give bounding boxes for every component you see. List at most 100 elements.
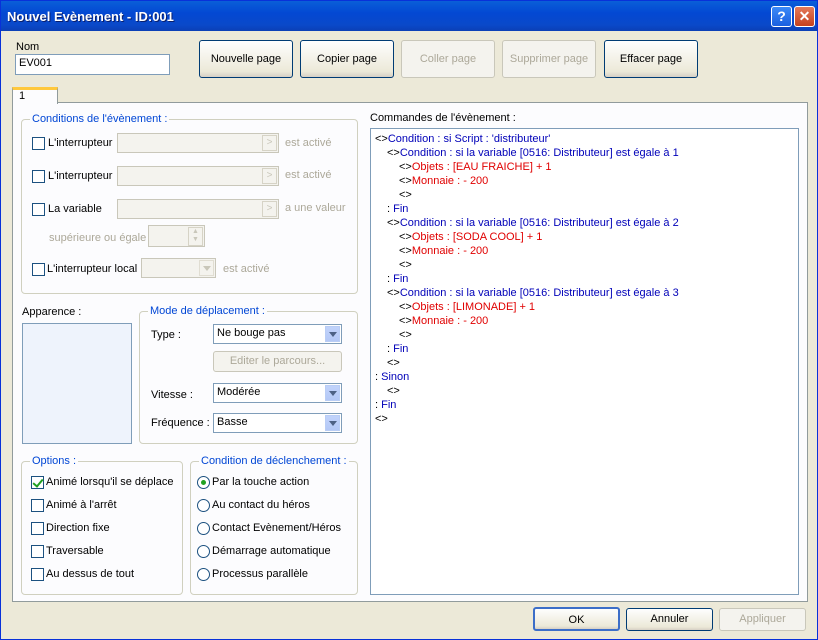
command-line[interactable]: <>Condition : si la variable [0516: Dist… <box>387 217 679 230</box>
movement-type-select[interactable]: Ne bouge pas <box>213 324 342 344</box>
command-line[interactable]: <> <box>387 385 400 398</box>
option-label: Animé à l'arrêt <box>46 499 117 511</box>
movement-legend: Mode de déplacement : <box>148 305 267 317</box>
new-page-button[interactable]: Nouvelle page <box>199 40 293 78</box>
close-icon: ✕ <box>798 8 811 24</box>
command-text: Fin <box>393 273 409 285</box>
name-label: Nom <box>16 41 40 53</box>
command-line[interactable]: <>Objets : [LIMONADE] + 1 <box>399 301 535 314</box>
speed-label: Vitesse : <box>151 389 193 401</box>
switch1-label: L'interrupteur <box>48 137 113 149</box>
local-switch-suffix: est activé <box>223 263 270 275</box>
command-prefix: <> <box>387 385 400 397</box>
command-line[interactable]: <> <box>399 189 412 202</box>
ok-button[interactable]: OK <box>533 607 620 631</box>
help-icon: ? <box>777 8 786 24</box>
options-legend: Options : <box>30 455 79 467</box>
chevron-right-icon: > <box>262 135 277 151</box>
tab-page-1[interactable]: 1 <box>12 87 58 104</box>
name-field[interactable]: EV001 <box>15 54 170 75</box>
option-checkbox[interactable] <box>31 522 44 535</box>
trigger-label: Au contact du héros <box>212 499 310 511</box>
window-title: Nouvel Evènement - ID:001 <box>7 9 174 24</box>
option-label: Traversable <box>46 545 104 557</box>
clear-page-button[interactable]: Effacer page <box>604 40 698 78</box>
variable-value-spinner[interactable]: ▲ ▼ <box>148 225 205 247</box>
switch2-selector[interactable]: > <box>117 166 279 186</box>
command-line[interactable]: <> <box>399 329 412 342</box>
appearance-preview[interactable] <box>22 323 132 444</box>
command-prefix: <> <box>375 413 388 425</box>
appearance-label: Apparence : <box>22 306 82 318</box>
command-line[interactable]: : Fin <box>387 273 408 286</box>
trigger-radio[interactable] <box>197 499 210 512</box>
movement-type-value: Ne bouge pas <box>217 327 286 339</box>
option-checkbox[interactable] <box>31 476 44 489</box>
command-text: Fin <box>393 343 409 355</box>
command-prefix: <> <box>399 231 412 243</box>
command-line[interactable]: <>Objets : [EAU FRAICHE] + 1 <box>399 161 552 174</box>
close-button[interactable]: ✕ <box>794 6 815 27</box>
switch2-checkbox[interactable] <box>32 170 45 183</box>
delete-page-button[interactable]: Supprimer page <box>502 40 596 78</box>
paste-page-button[interactable]: Coller page <box>401 40 495 78</box>
trigger-label: Processus parallèle <box>212 568 308 580</box>
switch2-suffix: est activé <box>285 169 332 181</box>
spinner-arrows-icon: ▲ ▼ <box>188 227 203 246</box>
command-line[interactable]: <>Objets : [SODA COOL] + 1 <box>399 231 542 244</box>
trigger-radio[interactable] <box>197 522 210 535</box>
command-line[interactable]: <>Monnaie : - 200 <box>399 175 488 188</box>
chevron-down-icon <box>325 326 340 342</box>
cancel-button[interactable]: Annuler <box>626 608 713 631</box>
command-prefix: <> <box>399 245 412 257</box>
frequency-value: Basse <box>217 416 248 428</box>
command-line[interactable]: <>Monnaie : - 200 <box>399 245 488 258</box>
copy-page-button[interactable]: Copier page <box>300 40 394 78</box>
command-line[interactable]: <> <box>387 357 400 370</box>
option-checkbox[interactable] <box>31 545 44 558</box>
command-text: Monnaie : - 200 <box>411 315 489 327</box>
command-line[interactable]: <> <box>375 413 388 426</box>
command-line[interactable]: <>Condition : si la variable [0516: Dist… <box>387 147 679 160</box>
option-checkbox[interactable] <box>31 499 44 512</box>
chevron-down-icon <box>325 385 340 401</box>
variable-selector[interactable]: > <box>117 199 279 219</box>
edit-route-button[interactable]: Editer le parcours... <box>213 351 342 372</box>
local-switch-select[interactable] <box>141 258 216 278</box>
command-prefix: <> <box>375 133 388 145</box>
command-line[interactable]: : Sinon <box>375 371 409 384</box>
trigger-label: Démarrage automatique <box>212 545 331 557</box>
trigger-radio[interactable] <box>197 568 210 581</box>
command-line[interactable]: <>Monnaie : - 200 <box>399 315 488 328</box>
command-prefix: <> <box>399 161 412 173</box>
command-line[interactable]: <>Condition : si Script : 'distributeur' <box>375 133 550 146</box>
trigger-radio[interactable] <box>197 476 210 489</box>
command-prefix: <> <box>399 175 412 187</box>
command-line[interactable]: : Fin <box>387 343 408 356</box>
commands-list[interactable]: <>Condition : si Script : 'distributeur'… <box>370 128 799 595</box>
command-line[interactable]: : Fin <box>375 399 396 412</box>
variable-checkbox[interactable] <box>32 203 45 216</box>
switch1-selector[interactable]: > <box>117 133 279 153</box>
command-text: Objets : [SODA COOL] + 1 <box>411 231 543 243</box>
command-prefix: <> <box>399 315 412 327</box>
speed-select[interactable]: Modérée <box>213 383 342 403</box>
help-button[interactable]: ? <box>771 6 792 27</box>
title-bar[interactable]: Nouvel Evènement - ID:001 ? ✕ <box>1 1 817 31</box>
apply-button[interactable]: Appliquer <box>719 608 806 631</box>
conditions-legend: Conditions de l'évènement : <box>30 113 170 125</box>
switch1-checkbox[interactable] <box>32 137 45 150</box>
command-line[interactable]: <> <box>399 259 412 272</box>
trigger-radio[interactable] <box>197 545 210 558</box>
command-prefix: <> <box>399 329 412 341</box>
local-switch-checkbox[interactable] <box>32 263 45 276</box>
switch1-suffix: est activé <box>285 137 332 149</box>
command-text: Condition : si Script : 'distributeur' <box>387 133 551 145</box>
option-label: Animé lorsqu'il se déplace <box>46 476 174 488</box>
event-editor-window: Nouvel Evènement - ID:001 ? ✕ Nom EV001 … <box>0 0 818 640</box>
tab-label: 1 <box>19 90 26 102</box>
command-line[interactable]: <>Condition : si la variable [0516: Dist… <box>387 287 679 300</box>
frequency-select[interactable]: Basse <box>213 413 342 433</box>
option-checkbox[interactable] <box>31 568 44 581</box>
command-line[interactable]: : Fin <box>387 203 408 216</box>
